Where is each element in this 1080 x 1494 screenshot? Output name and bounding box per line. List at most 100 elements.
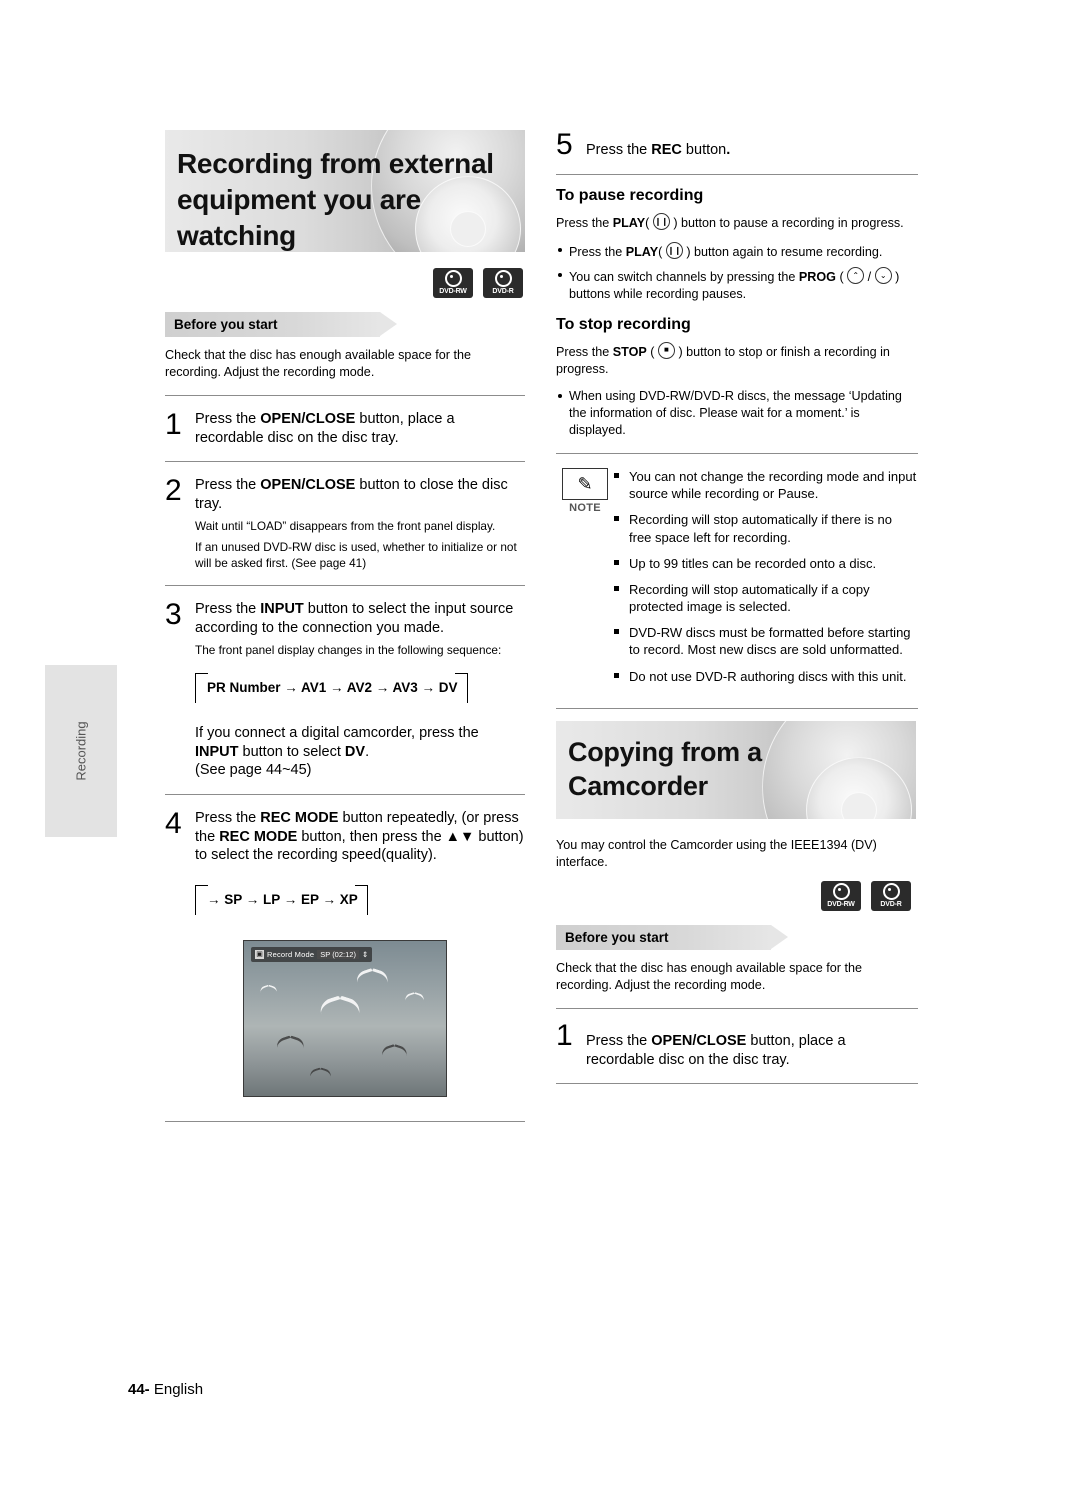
- disc-icon: [882, 882, 900, 900]
- bird-graphic: [357, 970, 390, 985]
- camcorder-disc-logos: DVD-RW DVD-R: [821, 880, 918, 911]
- stop-intro-text: Press the STOP ( ■ ) button to stop or f…: [556, 341, 918, 378]
- page-language: English: [153, 1381, 204, 1398]
- step-1: 1 Press the OPEN/CLOSE button, place a r…: [165, 408, 525, 447]
- camcorder-before-text: Check that the disc has enough available…: [556, 960, 862, 993]
- play-pause-button-icon: ❙❙: [652, 213, 670, 230]
- bracket-left: [195, 884, 208, 915]
- recmode-sequence-text: → SP → LP → EP → XP: [207, 891, 358, 907]
- prog-up-icon: ⌃: [847, 267, 865, 285]
- step-text: Press the OPEN/CLOSE button, place a rec…: [586, 1033, 846, 1068]
- note-label: NOTE: [569, 502, 601, 515]
- right-column: 5 Press the REC button. To pause recordi…: [556, 130, 918, 1096]
- list-item: Recording will stop automatically if the…: [614, 511, 918, 545]
- osd-value: SP (02:12): [317, 949, 359, 959]
- left-column: Recording from external equipment you ar…: [165, 130, 525, 1134]
- osd-label: Record Mode: [267, 949, 315, 959]
- bird-graphic: [405, 993, 425, 1002]
- camcorder-hint: If you connect a digital camcorder, pres…: [195, 724, 479, 779]
- bracket-right: [454, 672, 468, 703]
- list-item: Press the PLAY( ❙❙ ) button again to res…: [556, 242, 918, 261]
- page-title-line-2: equipment you are: [177, 183, 421, 215]
- list-item: You can not change the recording mode an…: [614, 468, 918, 502]
- play-pause-button-icon: ❙❙: [665, 242, 683, 260]
- step-5: 5 Press the REC button.: [556, 130, 918, 160]
- bird-graphic: [277, 1037, 306, 1050]
- note-icon-group: ✎ NOTE: [556, 468, 614, 694]
- pause-bullet-list: Press the PLAY( ❙❙ ) button again to res…: [556, 242, 918, 303]
- note-block: ✎ NOTE You can not change the recording …: [556, 468, 918, 694]
- camcorder-title: Copying from a Camcorder: [556, 721, 916, 804]
- disc-logo-dvd-r: DVD-R: [483, 268, 523, 298]
- page-title-line-3: watching: [177, 219, 296, 251]
- disc-logo-label: DVD-R: [492, 288, 514, 295]
- disc-logo-dvd-rw: DVD-RW: [821, 880, 861, 911]
- stop-bullet-list: When using DVD-RW/DVD-R discs, the messa…: [556, 388, 918, 439]
- divider: [165, 1120, 525, 1122]
- step-number: 5: [556, 128, 573, 161]
- step-text: Press the REC button.: [586, 142, 731, 158]
- disc-icon: [494, 270, 512, 287]
- divider: [165, 395, 525, 397]
- divider: [556, 707, 918, 709]
- manual-page: Recording Recording from external equipm…: [0, 0, 1080, 1494]
- bird-graphic: [260, 986, 278, 994]
- page-number: 44-: [128, 1381, 150, 1398]
- page-title-line-1: Recording from external: [177, 148, 494, 179]
- step-4: 4 Press the REC MODE button repeatedly, …: [165, 807, 525, 865]
- disc-icon: [832, 882, 850, 900]
- bird-graphic: [310, 1069, 332, 1079]
- heading-stop-recording: To stop recording: [556, 315, 691, 333]
- pencil-icon: ✎: [562, 468, 608, 501]
- before-you-start-label: Before you start: [565, 929, 669, 945]
- prog-down-icon: ⌄: [874, 267, 892, 285]
- step-text: Press the OPEN/CLOSE button, place a rec…: [195, 411, 455, 446]
- step-3-note: The front panel display changes in the f…: [195, 643, 502, 658]
- disc-logo-dvd-r: DVD-R: [871, 880, 911, 911]
- step-2-note-2: If an unused DVD-RW disc is used, whethe…: [195, 540, 517, 570]
- disc-logo-label: DVD-RW: [439, 288, 467, 295]
- step-text: Press the OPEN/CLOSE button to close the…: [195, 477, 508, 512]
- camcorder-before-you-start-tab: Before you start: [556, 924, 788, 950]
- osd-record-mode-bar: ▣ Record Mode SP (02:12) ⇕: [251, 946, 373, 962]
- page-title: Recording from external equipment you ar…: [165, 130, 525, 252]
- bird-graphic: [320, 998, 362, 1017]
- list-item: Recording will stop automatically if a c…: [614, 581, 918, 615]
- recmode-sequence-box: → SP → LP → EP → XP: [195, 884, 368, 915]
- divider: [556, 1083, 918, 1085]
- camcorder-title-banner: Copying from a Camcorder: [556, 720, 916, 819]
- divider: [165, 461, 525, 463]
- heading-pause-recording: To pause recording: [556, 187, 704, 204]
- osd-arrows: ⇕: [361, 949, 369, 959]
- section-title-banner: Recording from external equipment you ar…: [165, 130, 525, 252]
- disc-logo-label: DVD-R: [880, 900, 902, 908]
- osd-icon: ▣: [255, 949, 264, 959]
- disc-logo-dvd-rw: DVD-RW: [433, 268, 473, 298]
- step-number: 1: [556, 1019, 573, 1053]
- bracket-right: [354, 884, 368, 915]
- input-sequence-box: PR Number → AV1 → AV2 → AV3 → DV: [195, 672, 468, 703]
- disc-logo-label: DVD-RW: [827, 900, 855, 908]
- step-2-note-1: Wait until “LOAD” disappears from the fr…: [195, 519, 496, 534]
- divider: [556, 453, 918, 455]
- page-footer: 44- English: [128, 1381, 203, 1398]
- step-2: 2 Press the OPEN/CLOSE button to close t…: [165, 474, 525, 513]
- note-list: You can not change the recording mode an…: [614, 468, 918, 694]
- side-tab-label: Recording: [73, 721, 89, 781]
- camcorder-step-1: 1 Press the OPEN/CLOSE button, place a r…: [556, 1021, 918, 1069]
- before-you-start-label: Before you start: [174, 317, 278, 332]
- before-you-start-text: Check that the disc has enough available…: [165, 348, 471, 380]
- input-sequence-text: PR Number → AV1 → AV2 → AV3 → DV: [207, 679, 458, 695]
- divider: [556, 1008, 918, 1010]
- step-number: 4: [165, 807, 182, 841]
- list-item: You can switch channels by pressing the …: [556, 267, 918, 303]
- step-text: Press the REC MODE button repeatedly, (o…: [195, 810, 524, 864]
- step-number: 1: [165, 408, 182, 442]
- divider: [165, 585, 525, 587]
- bird-graphic: [382, 1046, 408, 1058]
- disc-icon: [444, 270, 462, 287]
- camcorder-title-line-1: Copying from a: [568, 736, 762, 767]
- disc-compatibility-logos: DVD-RW DVD-R: [433, 268, 525, 298]
- list-item: When using DVD-RW/DVD-R discs, the messa…: [556, 388, 918, 439]
- list-item: Do not use DVD-R authoring discs with th…: [614, 668, 918, 685]
